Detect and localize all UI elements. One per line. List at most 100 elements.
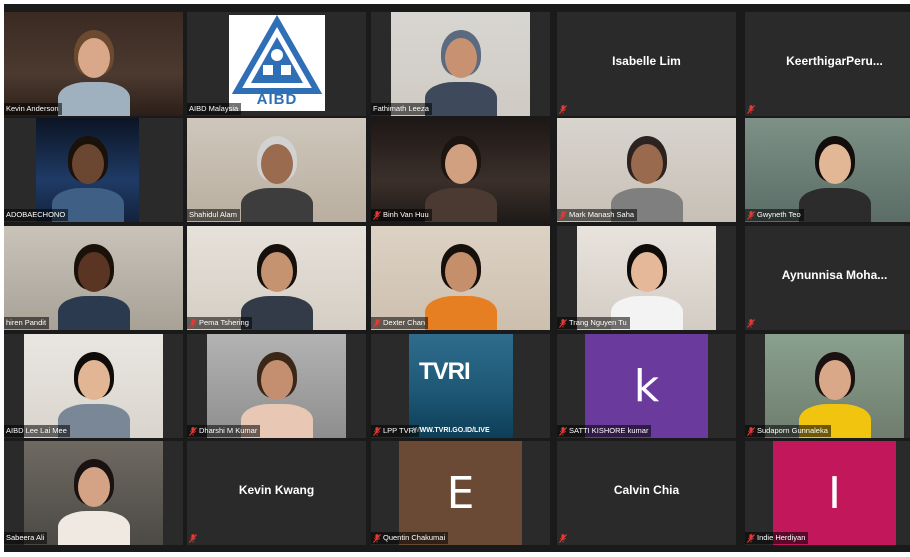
avatar-letter: k — [585, 334, 708, 438]
person-body — [57, 296, 130, 330]
participant-name: Dexter Chan — [383, 318, 426, 327]
participant-tile[interactable]: Trang Nguyen Tu — [557, 226, 736, 330]
microphone-muted-icon — [189, 533, 197, 543]
microphone-muted-icon — [747, 104, 755, 114]
person-face — [444, 144, 477, 184]
person-face — [77, 467, 110, 507]
participant-name: ADOBAECHONO — [6, 210, 66, 219]
person-face — [260, 252, 293, 292]
participant-video — [187, 118, 366, 222]
participant-name: AIBD Lee Lai Mee — [6, 426, 67, 435]
participant-tile[interactable]: Calvin Chia — [557, 441, 736, 545]
participant-video — [371, 118, 550, 222]
participant-video — [187, 226, 366, 330]
participant-label: Binh Van Huu — [371, 209, 432, 221]
participant-tile[interactable]: Shahidul Alam — [187, 118, 366, 222]
participant-tile[interactable]: AIBD Lee Lai Mee — [4, 334, 183, 438]
avatar-letter: I — [773, 441, 896, 545]
participant-tile[interactable]: Dharshi M Kumar — [187, 334, 366, 438]
person-face — [260, 144, 293, 184]
participant-label: Pema Tshering — [187, 317, 252, 329]
participant-label: Quentin Chakumai — [371, 532, 449, 544]
microphone-muted-icon — [559, 104, 567, 114]
participant-tile[interactable]: E Quentin Chakumai — [371, 441, 550, 545]
microphone-muted-icon — [373, 210, 381, 220]
microphone-muted-icon — [373, 533, 381, 543]
participant-label: Sudaporn Gunnaleka — [745, 425, 831, 437]
participant-label: Mark Manash Saha — [557, 209, 638, 221]
person-body — [424, 82, 497, 116]
participant-tile[interactable]: AIBD AIBD Malaysia — [187, 12, 366, 116]
participant-name: Sabeera Ali — [6, 533, 45, 542]
participant-tile[interactable]: Mark Manash Saha — [557, 118, 736, 222]
person-body — [424, 188, 497, 222]
tvri-url-text: WWW.TVRI.GO.ID/LIVE — [413, 427, 490, 434]
participant-video — [207, 334, 346, 438]
participant-label — [187, 532, 200, 544]
gallery-view: Kevin Anderson AIBD AIBD Malaysia Fathimath… — [4, 4, 910, 552]
participant-label: AIBD Lee Lai Mee — [4, 425, 70, 437]
participant-label: Indie Herdiyan — [745, 532, 809, 544]
participant-label: Trang Nguyen Tu — [557, 317, 630, 329]
participant-tile[interactable]: I Indie Herdiyan — [745, 441, 910, 545]
participant-label — [557, 532, 570, 544]
participant-name: Binh Van Huu — [383, 210, 429, 219]
microphone-muted-icon — [559, 210, 567, 220]
participant-tile[interactable]: KeerthigarPeru... — [745, 12, 910, 116]
participant-tile[interactable]: Gwyneth Teo — [745, 118, 910, 222]
participant-label: Dharshi M Kumar — [187, 425, 261, 437]
person-face — [77, 252, 110, 292]
participant-video — [4, 226, 183, 330]
participant-tile[interactable]: TVRI WWW.TVRI.GO.ID/LIVE LPP TVRI — [371, 334, 550, 438]
participant-tile[interactable]: Sabeera Ali — [4, 441, 183, 545]
participant-tile[interactable]: Pema Tshering — [187, 226, 366, 330]
participant-label: LPP TVRI — [371, 425, 420, 437]
participant-label: Kevin Anderson — [4, 103, 62, 115]
microphone-muted-icon — [747, 533, 755, 543]
participant-name: AIBD Malaysia — [189, 104, 239, 113]
participant-tile[interactable]: Sudaporn Gunnaleka — [745, 334, 910, 438]
participant-name: Dharshi M Kumar — [199, 426, 258, 435]
participant-video — [765, 334, 904, 438]
person-face — [630, 144, 663, 184]
participant-label: hiren Pandit — [4, 317, 50, 329]
participant-tile[interactable]: Kevin Anderson — [4, 12, 183, 116]
person-body — [424, 296, 497, 330]
tvri-logo-text: TVRI — [419, 358, 471, 385]
microphone-muted-icon — [559, 533, 567, 543]
microphone-muted-icon — [373, 318, 381, 328]
participant-tile[interactable]: k SATTI KISHORE kumar — [557, 334, 736, 438]
participant-display-name: KeerthigarPeru... — [786, 54, 883, 68]
participant-display-name: Aynunnisa Moha... — [781, 268, 888, 282]
microphone-muted-icon — [189, 318, 197, 328]
participant-name: hiren Pandit — [6, 318, 47, 327]
participant-label — [557, 103, 570, 115]
participant-display-name: Kevin Kwang — [238, 483, 315, 497]
participant-tile[interactable]: Isabelle Lim — [557, 12, 736, 116]
participant-name: Trang Nguyen Tu — [569, 318, 627, 327]
participant-name: Shahidul Alam — [189, 210, 237, 219]
participant-display-name: Isabelle Lim — [612, 54, 681, 68]
participant-name: Indie Herdiyan — [757, 533, 806, 542]
participant-video — [36, 118, 139, 222]
participant-tile[interactable]: Kevin Kwang — [187, 441, 366, 545]
aibd-logo-text: AIBD — [256, 91, 298, 108]
tvri-logo: TVRI WWW.TVRI.GO.ID/LIVE — [409, 334, 513, 438]
participant-tile[interactable]: Binh Van Huu — [371, 118, 550, 222]
person-face — [630, 252, 663, 292]
person-body — [798, 188, 871, 222]
participant-tile[interactable]: Aynunnisa Moha... — [745, 226, 910, 330]
participant-tile[interactable]: hiren Pandit — [4, 226, 183, 330]
microphone-muted-icon — [747, 318, 755, 328]
participant-video — [24, 441, 163, 545]
participant-tile[interactable]: Dexter Chan — [371, 226, 550, 330]
participant-label — [745, 103, 758, 115]
person-face — [77, 360, 110, 400]
person-face — [444, 252, 477, 292]
participant-tile[interactable]: ADOBAECHONO — [4, 118, 183, 222]
participant-tile[interactable]: Fathimath Leeza — [371, 12, 550, 116]
participant-name: Sudaporn Gunnaleka — [757, 426, 828, 435]
participant-name: Quentin Chakumai — [383, 533, 446, 542]
participant-video — [371, 226, 550, 330]
participant-name: Fathimath Leeza — [373, 104, 429, 113]
